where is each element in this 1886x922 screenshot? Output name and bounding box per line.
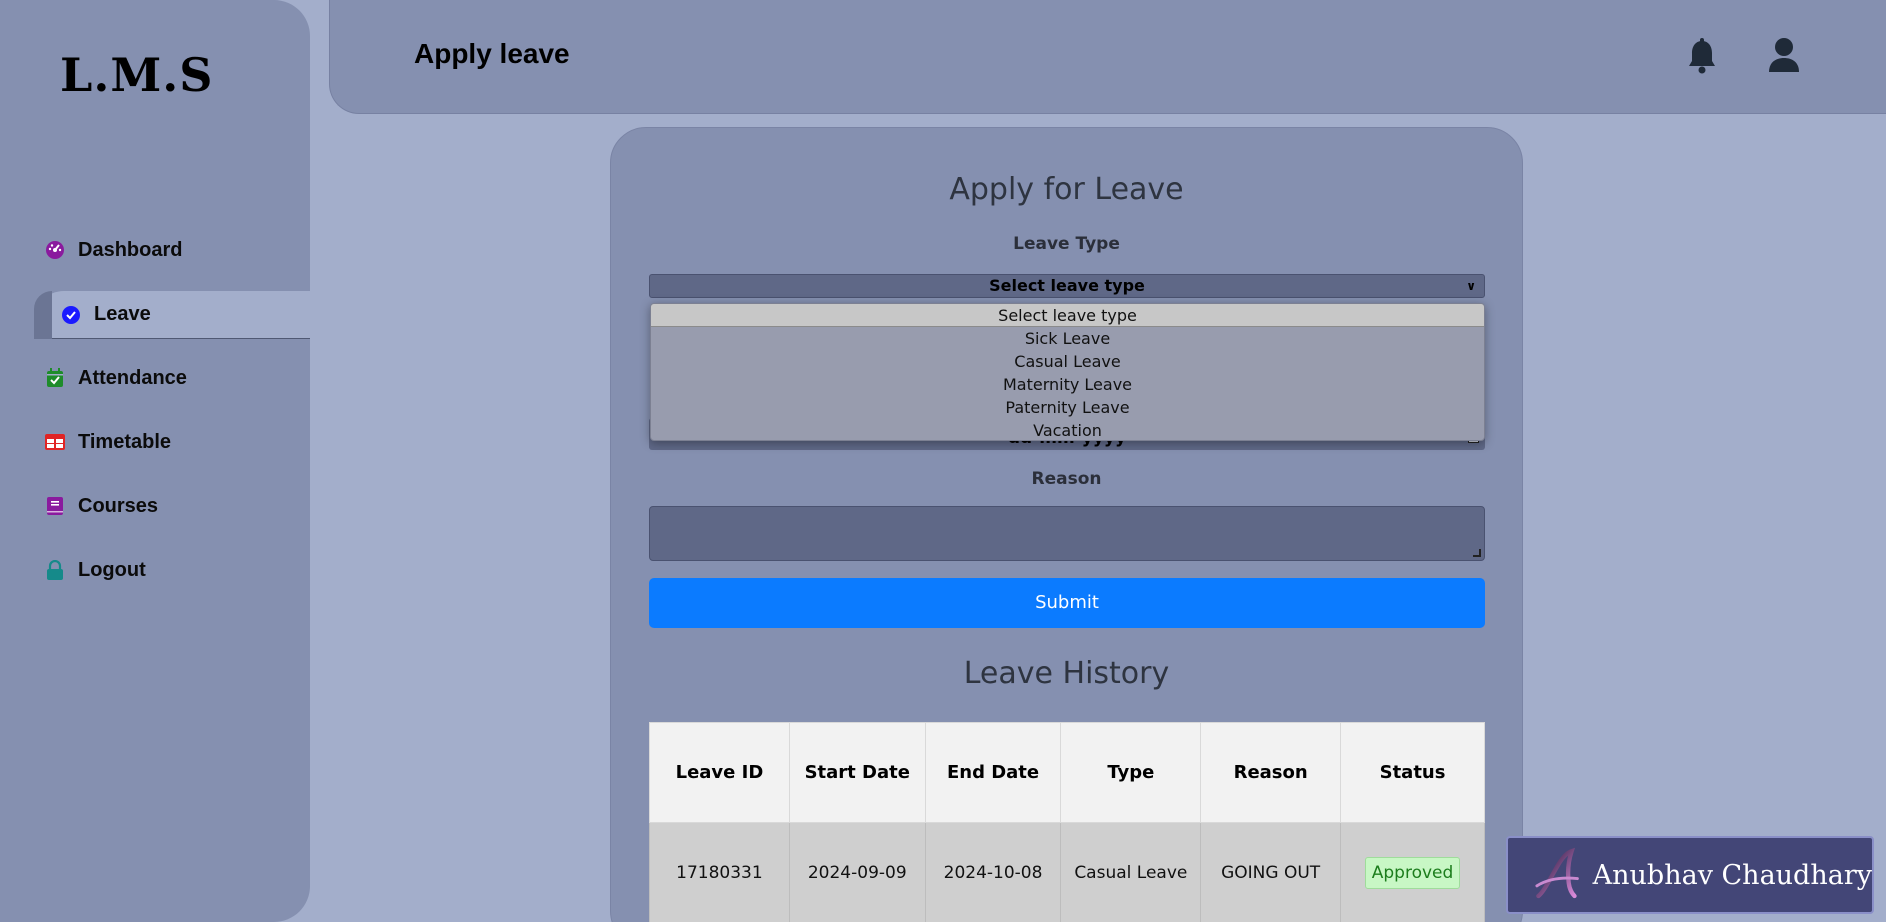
column-header: Status	[1340, 722, 1485, 823]
cell-status: Approved	[1340, 822, 1485, 922]
dropdown-option[interactable]: Vacation	[651, 419, 1484, 440]
sidebar-item-courses[interactable]: Courses	[44, 486, 158, 526]
author-monogram-icon	[1535, 847, 1579, 899]
leave-type-selected-value: Select leave type	[989, 276, 1145, 295]
user-icon[interactable]	[1767, 36, 1801, 74]
sidebar-item-leave[interactable]: Leave	[34, 291, 310, 339]
sidebar-item-logout[interactable]: Logout	[44, 550, 146, 590]
submit-button[interactable]: Submit	[649, 578, 1485, 628]
column-header: End Date	[924, 722, 1062, 823]
dropdown-option[interactable]: Select leave type	[651, 304, 1484, 327]
sidebar-item-label: Leave	[94, 303, 151, 325]
chevron-down-icon: ∨	[1466, 279, 1476, 293]
dropdown-option[interactable]: Sick Leave	[651, 327, 1484, 350]
reason-textarea[interactable]	[649, 506, 1485, 561]
sidebar: L.M.S Dashboard Leave Attendance Timetab…	[0, 0, 310, 922]
page-title: Apply leave	[414, 38, 570, 69]
leave-form-card: Apply for Leave Leave Type Select leave …	[610, 127, 1523, 922]
sidebar-item-label: Timetable	[78, 430, 171, 453]
book-icon	[44, 495, 66, 517]
top-header: Apply leave	[329, 0, 1886, 114]
sidebar-item-label: Courses	[78, 494, 159, 517]
column-header: Leave ID	[649, 722, 790, 823]
author-watermark: Anubhav Chaudhary	[1506, 836, 1874, 914]
leave-type-select[interactable]: Select leave type ∨	[649, 274, 1485, 298]
dropdown-option[interactable]: Casual Leave	[651, 350, 1484, 373]
sidebar-item-label: Attendance	[78, 366, 187, 389]
calendar-check-icon	[44, 367, 66, 389]
cell-start-date: 2024-09-09	[788, 822, 926, 922]
form-title: Apply for Leave	[949, 172, 1184, 207]
column-header: Start Date	[788, 722, 926, 823]
leave-history-table: Leave ID Start Date End Date Type Reason…	[649, 722, 1485, 922]
app-logo: L.M.S	[60, 48, 214, 102]
column-header: Type	[1060, 722, 1202, 823]
sidebar-item-attendance[interactable]: Attendance	[44, 358, 187, 398]
lock-icon	[44, 559, 66, 581]
cell-type: Casual Leave	[1060, 822, 1202, 922]
history-title: Leave History	[963, 656, 1170, 691]
dashboard-icon	[44, 239, 66, 261]
sidebar-item-timetable[interactable]: Timetable	[44, 422, 171, 462]
cell-end-date: 2024-10-08	[924, 822, 1062, 922]
status-badge: Approved	[1364, 856, 1461, 889]
dropdown-option[interactable]: Paternity Leave	[651, 396, 1484, 419]
sidebar-item-label: Dashboard	[78, 238, 183, 261]
table-row: 17180331 2024-09-09 2024-10-08 Casual Le…	[649, 822, 1485, 922]
check-circle-icon	[60, 304, 82, 326]
leave-type-label: Leave Type	[1013, 234, 1120, 254]
author-name: Anubhav Chaudhary	[1592, 859, 1872, 891]
reason-label: Reason	[1031, 469, 1102, 489]
cell-leave-id: 17180331	[649, 822, 790, 922]
dropdown-option[interactable]: Maternity Leave	[651, 373, 1484, 396]
resize-handle-icon[interactable]	[1473, 549, 1481, 557]
table-header-row: Leave ID Start Date End Date Type Reason…	[649, 722, 1485, 823]
bell-icon[interactable]	[1685, 38, 1719, 74]
column-header: Reason	[1200, 722, 1342, 823]
sidebar-item-label: Logout	[78, 558, 146, 581]
leave-type-dropdown-list: Select leave type Sick Leave Casual Leav…	[650, 303, 1485, 441]
table-icon	[44, 431, 66, 453]
cell-reason: GOING OUT	[1200, 822, 1342, 922]
sidebar-item-dashboard[interactable]: Dashboard	[44, 230, 182, 270]
